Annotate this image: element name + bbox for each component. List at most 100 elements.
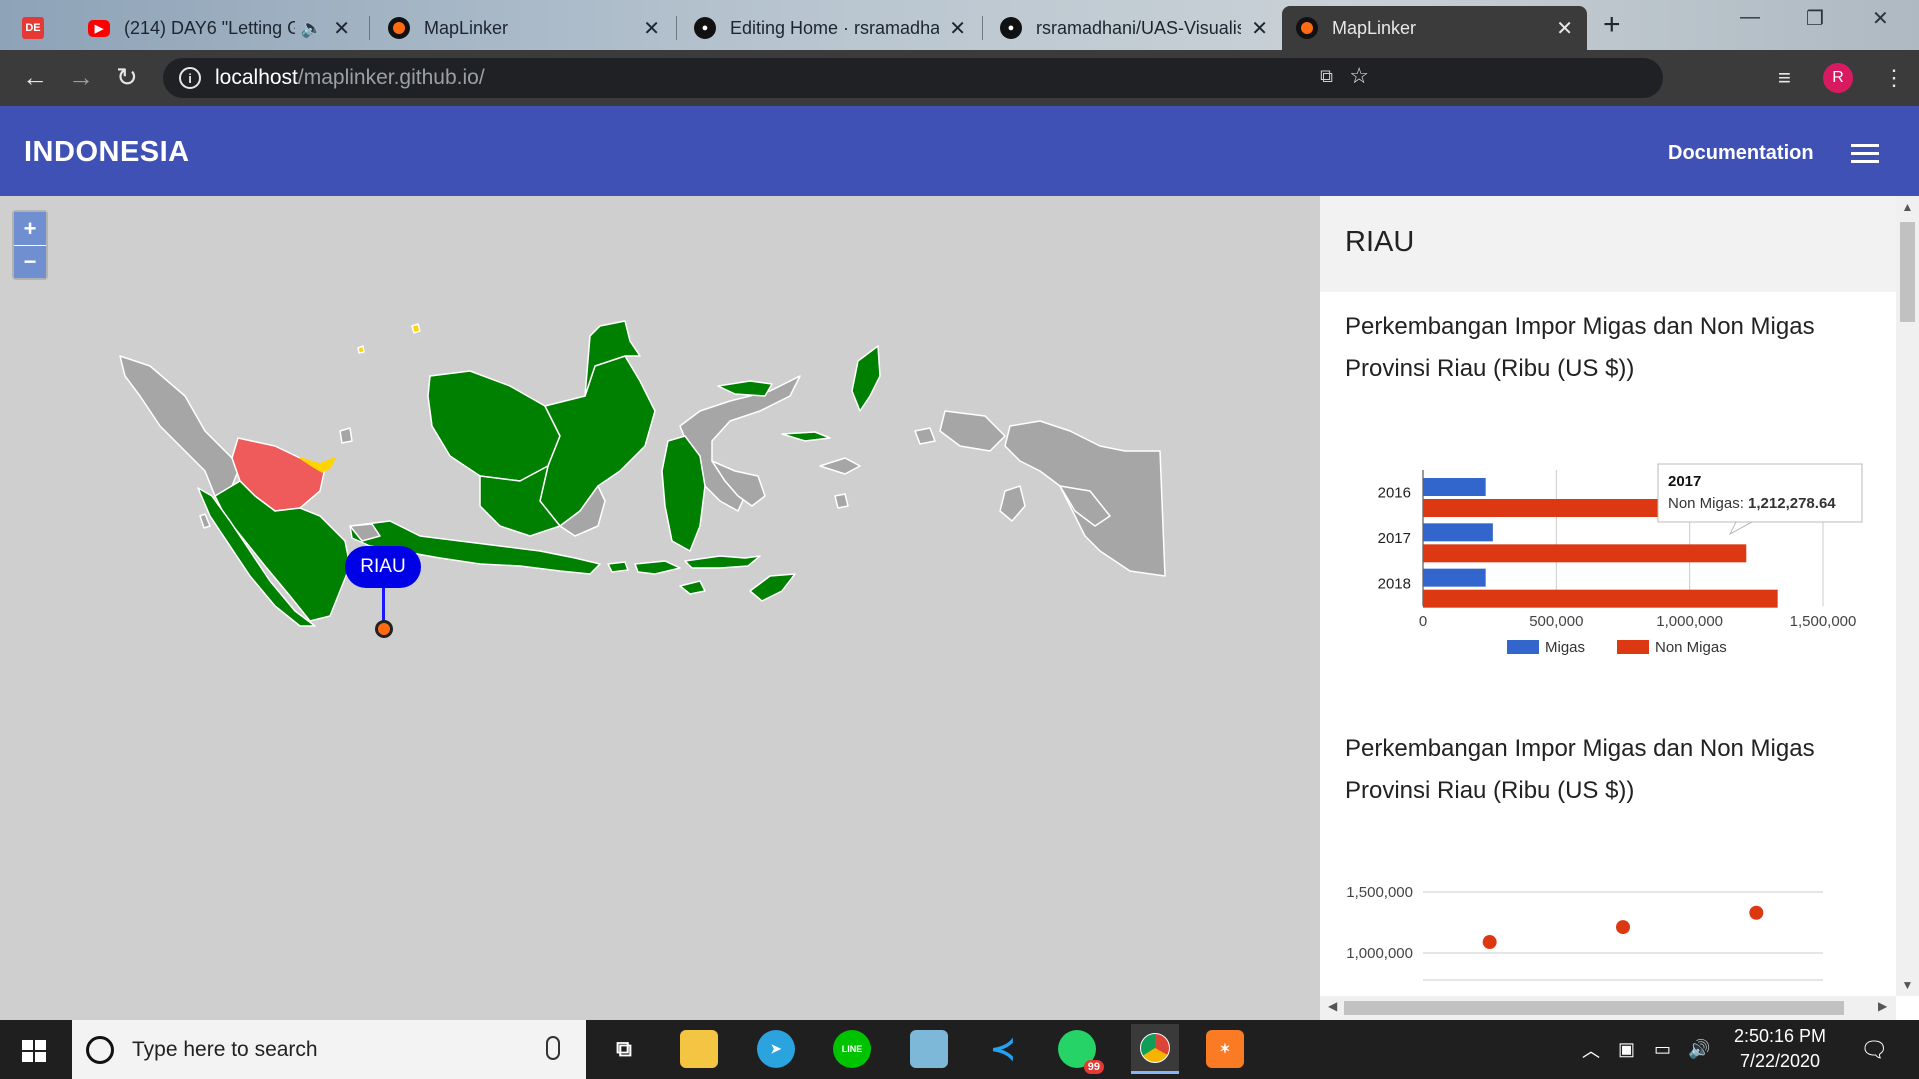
reload-button[interactable]: ↻ xyxy=(116,62,138,92)
bar-migas xyxy=(1423,568,1486,587)
close-icon[interactable]: ✕ xyxy=(949,16,966,41)
clock-date: 7/22/2020 xyxy=(1739,1051,1821,1071)
close-icon[interactable]: ✕ xyxy=(643,16,660,41)
extension-tab[interactable]: DE xyxy=(22,6,62,50)
page-title: INDONESIA xyxy=(24,136,190,168)
legend-swatch xyxy=(1617,640,1649,654)
scroll-right-arrow[interactable]: ▶ xyxy=(1878,999,1887,1013)
chrome-icon[interactable] xyxy=(1131,1024,1179,1074)
tab-youtube[interactable]: ▶ (214) DAY6 "Letting G 🔈 ✕ xyxy=(74,6,364,50)
clock-time: 2:50:16 PM xyxy=(1733,1026,1827,1046)
bar-migas xyxy=(1423,478,1486,496)
windows-start-icon[interactable] xyxy=(22,1040,46,1062)
profile-avatar[interactable]: R xyxy=(1823,63,1853,93)
tooltip-value: Non Migas: 1,212,278.64 xyxy=(1668,495,1836,512)
legend-swatch xyxy=(1507,640,1539,654)
tab-title: rsramadhani/UAS-Visualis xyxy=(1036,17,1242,38)
minimize-button[interactable]: — xyxy=(1740,6,1760,29)
microphone-icon[interactable] xyxy=(546,1036,560,1060)
documentation-link[interactable]: Documentation xyxy=(1668,142,1814,165)
taskbar-search-box[interactable]: Type here to search xyxy=(72,1020,586,1079)
url-text: localhost/maplinker.github.io/ xyxy=(215,66,485,89)
site-info-icon[interactable]: i xyxy=(179,67,201,89)
back-button[interactable]: ← xyxy=(22,62,48,92)
telegram-icon[interactable]: ➤ xyxy=(757,1030,795,1068)
file-explorer-icon[interactable] xyxy=(680,1030,718,1068)
y-tick-label: 1,500,000 xyxy=(1346,884,1413,901)
search-placeholder: Type here to search xyxy=(132,1037,318,1061)
windows-taskbar: Type here to search ⧉ ➤ LINE ≺ 99 ✶ ︿ ▣ … xyxy=(0,1020,1919,1079)
map-canvas[interactable]: + − RIAU xyxy=(0,196,1320,1020)
tooltip-pointer xyxy=(1728,521,1753,536)
zoom-in-button[interactable]: + xyxy=(14,212,46,245)
taskbar-clock[interactable]: 2:50:16 PM 7/22/2020 xyxy=(1720,1024,1840,1074)
close-icon[interactable]: ✕ xyxy=(1251,16,1268,41)
close-icon[interactable]: ✕ xyxy=(1556,16,1573,41)
x-tick-label: 500,000 xyxy=(1529,613,1583,630)
menu-kebab-icon[interactable]: ⋮ xyxy=(1883,65,1905,91)
scatter-point xyxy=(1482,935,1497,950)
bar-chart[interactable]: 0 500,000 1,000,000 1,500,000 2016 2017 2018 Mi… xyxy=(1320,456,1896,656)
panel-vertical-scrollbar[interactable]: ▲ ▼ xyxy=(1896,196,1919,996)
xampp-icon[interactable]: ✶ xyxy=(1206,1030,1244,1068)
scatter-point xyxy=(1616,920,1630,935)
security-icon[interactable]: ▣ xyxy=(1618,1020,1635,1079)
github-icon: ● xyxy=(694,17,716,39)
province-panel: RIAU Perkembangan Impor Migas dan Non Mi… xyxy=(1320,196,1919,1020)
legend-label: Non Migas xyxy=(1655,639,1727,656)
tab-maplinker[interactable]: MapLinker ✕ xyxy=(374,6,674,50)
notification-center-icon[interactable]: 🗨 xyxy=(1860,1020,1888,1079)
volume-icon[interactable]: 🔊 xyxy=(1688,1020,1710,1079)
map-marker-pin[interactable] xyxy=(375,620,393,638)
maplinker-icon xyxy=(1296,17,1318,39)
scroll-thumb[interactable] xyxy=(1344,1001,1844,1015)
vscode-icon[interactable]: ≺ xyxy=(984,1030,1022,1068)
tray-chevron-icon[interactable]: ︿ xyxy=(1582,1020,1600,1079)
y-tick-label: 2017 xyxy=(1378,530,1411,547)
map-marker-label[interactable]: RIAU xyxy=(345,546,421,588)
tab-github-editing[interactable]: ● Editing Home · rsramadha ✕ xyxy=(680,6,980,50)
new-tab-button[interactable]: + xyxy=(1603,8,1621,42)
scatter-point xyxy=(1749,905,1764,920)
close-icon[interactable]: ✕ xyxy=(333,16,350,41)
media-control-icon[interactable]: ≡ xyxy=(1778,65,1791,91)
scroll-left-arrow[interactable]: ◀ xyxy=(1328,999,1337,1013)
x-tick-label: 0 xyxy=(1419,613,1427,630)
hamburger-menu-icon[interactable] xyxy=(1851,144,1879,164)
extension-badge-icon: DE xyxy=(22,17,44,39)
y-tick-label: 2018 xyxy=(1378,575,1411,592)
notepad-icon[interactable] xyxy=(910,1030,948,1068)
scroll-thumb[interactable] xyxy=(1900,222,1915,322)
battery-icon[interactable]: ▭ xyxy=(1654,1020,1671,1079)
tab-title: MapLinker xyxy=(424,17,509,38)
translate-icon[interactable]: ⧉ xyxy=(1320,66,1333,87)
tab-maplinker-active[interactable]: MapLinker ✕ xyxy=(1282,6,1587,50)
github-icon: ● xyxy=(1000,17,1022,39)
restore-button[interactable]: ❐ xyxy=(1806,6,1824,31)
scatter-chart[interactable]: 1,500,000 1,000,000 xyxy=(1320,876,1896,996)
tab-github-repo[interactable]: ● rsramadhani/UAS-Visualis ✕ xyxy=(986,6,1282,50)
speaker-icon[interactable]: 🔈 xyxy=(301,18,323,39)
window-close-button[interactable]: ✕ xyxy=(1872,6,1889,31)
whatsapp-icon[interactable]: 99 xyxy=(1058,1030,1104,1074)
scroll-down-arrow[interactable]: ▼ xyxy=(1896,978,1919,992)
bar-non-migas xyxy=(1423,544,1747,563)
bookmark-star-icon[interactable]: ☆ xyxy=(1349,63,1369,89)
panel-header: RIAU xyxy=(1320,196,1896,292)
tab-title: MapLinker xyxy=(1332,17,1417,38)
tab-title: (214) DAY6 "Letting G xyxy=(124,17,295,38)
chart2-heading: Perkembangan Impor Migas dan Non Migas P… xyxy=(1345,735,1815,804)
maplinker-icon xyxy=(388,17,410,39)
scroll-up-arrow[interactable]: ▲ xyxy=(1896,200,1919,214)
forward-button[interactable]: → xyxy=(68,62,94,92)
browser-tab-strip: DE ▶ (214) DAY6 "Letting G 🔈 ✕ MapLinker… xyxy=(0,0,1919,50)
address-bar[interactable]: i localhost/maplinker.github.io/ ⧉ ☆ xyxy=(163,58,1663,98)
task-view-icon[interactable]: ⧉ xyxy=(605,1030,643,1068)
province-kalimantan-west xyxy=(427,370,561,482)
browser-toolbar: ← → ↻ i localhost/maplinker.github.io/ ⧉… xyxy=(0,50,1919,106)
panel-horizontal-scrollbar[interactable]: ◀ ▶ xyxy=(1320,996,1896,1020)
line-icon[interactable]: LINE xyxy=(833,1030,871,1068)
y-tick-label: 1,000,000 xyxy=(1346,945,1413,962)
youtube-icon: ▶ xyxy=(88,19,110,37)
zoom-out-button[interactable]: − xyxy=(14,245,46,278)
